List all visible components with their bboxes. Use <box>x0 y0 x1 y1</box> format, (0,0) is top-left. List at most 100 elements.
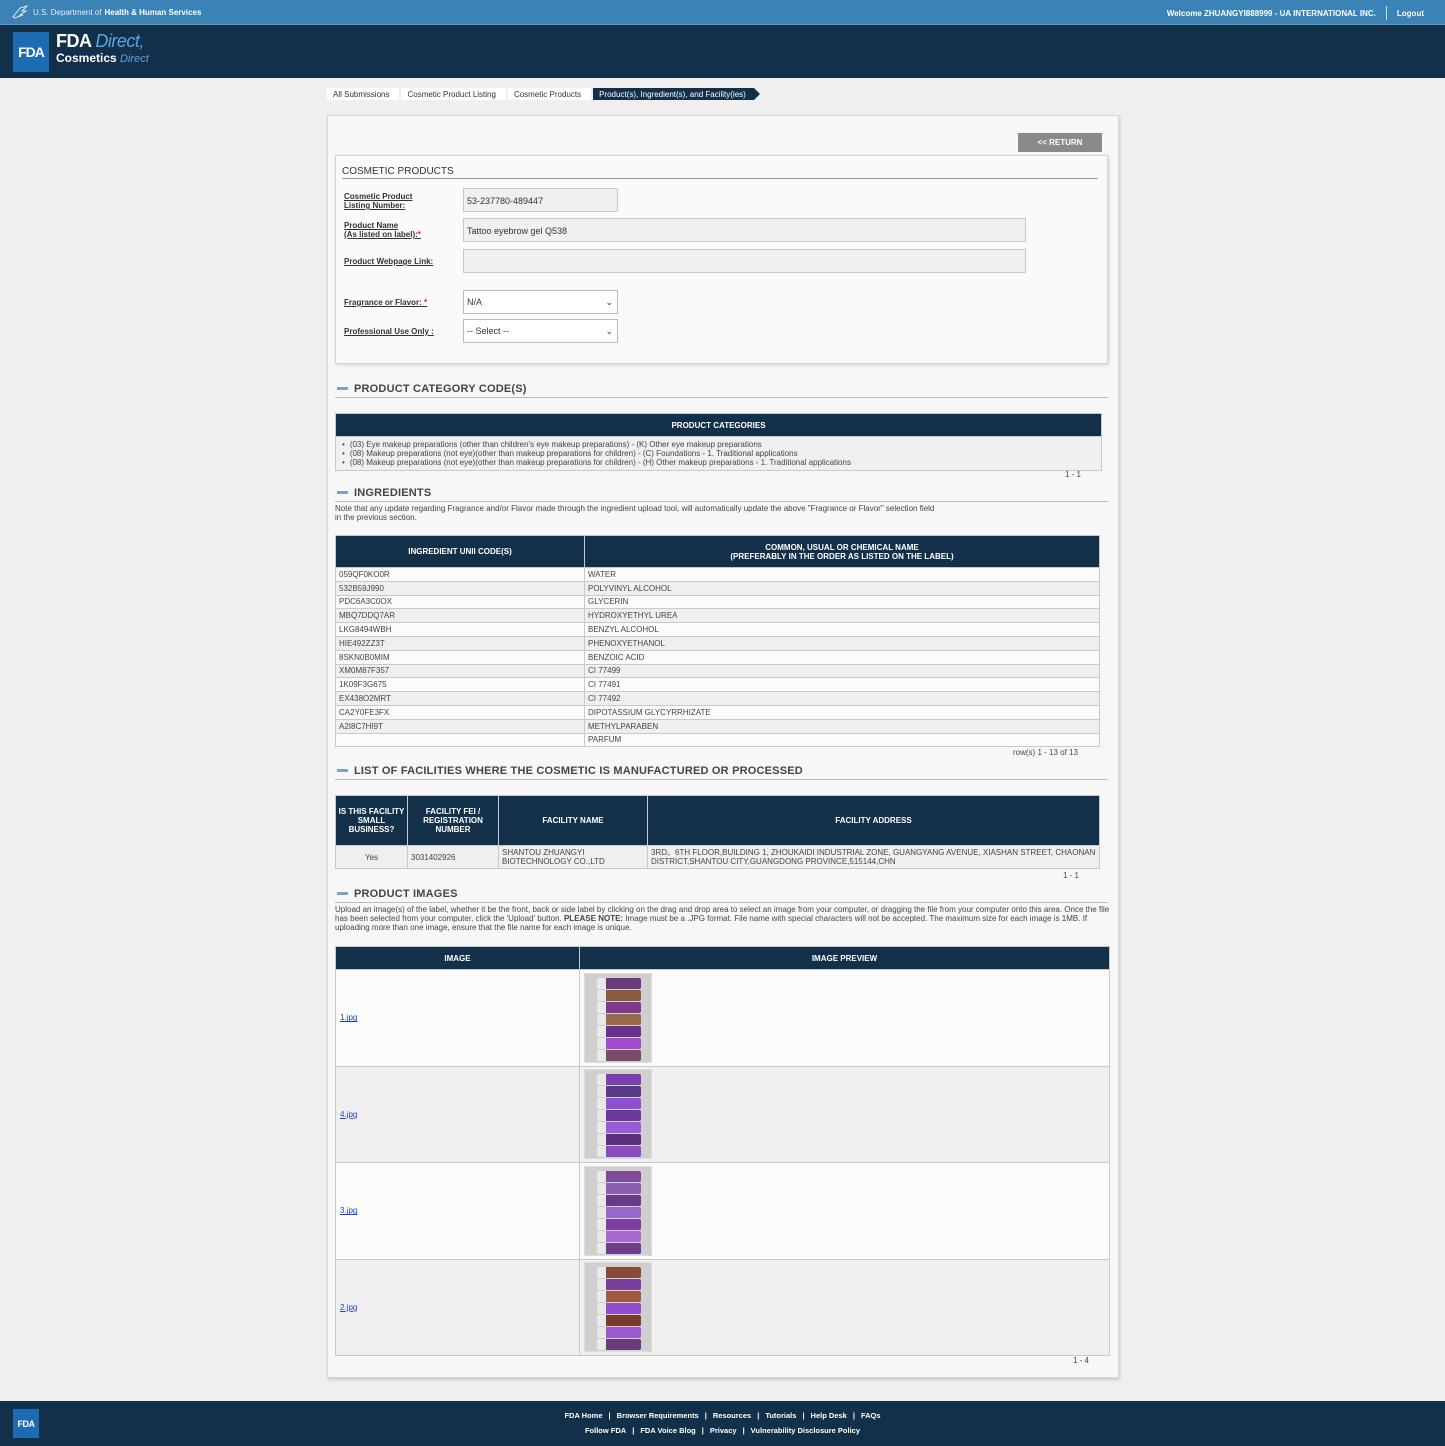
required-mark: * <box>417 230 421 239</box>
image-row: 2.jpg <box>335 1258 1110 1356</box>
section-product-images[interactable]: PRODUCT IMAGES <box>335 888 1108 903</box>
footer-separator: | <box>608 1411 611 1420</box>
title-cosmetics-direct: Direct <box>120 53 149 65</box>
unii-cell: 8SKN0B0MIM <box>335 649 585 665</box>
facility-address-header: FACILITY ADDRESS <box>647 795 1100 846</box>
section-facilities[interactable]: LIST OF FACILITIES WHERE THE COSMETIC IS… <box>335 765 1108 780</box>
image-row: 3.jpg <box>335 1162 1110 1260</box>
welcome-text: Welcome ZHUANGYI888999 - UA INTERNATIONA… <box>1166 8 1376 18</box>
breadcrumb-product-listing[interactable]: Cosmetic Product Listing <box>401 88 506 100</box>
hhs-name: Health & Human Services <box>104 7 202 17</box>
image-file-link[interactable]: 3.jpg <box>340 1206 357 1215</box>
footer-link[interactable]: FDA Home <box>564 1411 602 1420</box>
footer-link[interactable]: Browser Requirements <box>617 1411 699 1420</box>
breadcrumb-all-submissions[interactable]: All Submissions <box>327 88 400 100</box>
footer-separator: | <box>701 1426 704 1435</box>
ingredient-name-cell: GLYCERIN <box>584 594 1100 610</box>
product-image-thumbnail[interactable] <box>584 1165 652 1256</box>
title-direct: Direct, <box>95 31 144 51</box>
breadcrumb-cosmetic-products[interactable]: Cosmetic Products <box>507 88 592 100</box>
image-file-link[interactable]: 2.jpg <box>340 1303 357 1312</box>
professional-use-value: -- Select -- <box>467 326 510 336</box>
ingredient-name-cell: CI 77499 <box>584 663 1100 679</box>
footer-link[interactable]: Privacy <box>710 1426 737 1435</box>
product-image-thumbnail[interactable] <box>584 972 652 1063</box>
unii-cell: XM0M87F357 <box>335 663 585 679</box>
hhs-bar: U.S. Department of Health & Human Servic… <box>0 0 1445 24</box>
fda-logo[interactable]: FDA <box>13 32 49 72</box>
footer-link[interactable]: Follow FDA <box>585 1426 626 1435</box>
footer-link[interactable]: FAQs <box>861 1411 881 1420</box>
image-preview-cell <box>579 1065 1110 1163</box>
fei-cell: 3031402926 <box>407 845 499 869</box>
section-ingredients[interactable]: INGREDIENTS <box>335 487 1108 502</box>
ingredient-name-cell: CI 77492 <box>584 691 1100 706</box>
section-product-category[interactable]: PRODUCT CATEGORY CODE(S) <box>335 383 1108 398</box>
professional-use-select[interactable]: -- Select -- ⌄ <box>463 319 618 343</box>
image-preview-header: IMAGE PREVIEW <box>579 946 1110 970</box>
chevron-down-icon: ⌄ <box>605 326 613 336</box>
table-row: XM0M87F357 CI 77499 <box>335 663 1100 679</box>
ingredient-name-cell: DIPOTASSIUM GLYCYRRHIZATE <box>584 704 1100 720</box>
listing-number-field[interactable]: 53-237780-489447 <box>463 188 618 212</box>
ingredient-name-cell: METHYLPARABEN <box>584 718 1100 734</box>
ingredients-pager: row(s) 1 - 13 of 13 <box>1013 748 1078 757</box>
table-row: PARFUM <box>335 732 1100 748</box>
listing-number-label: Cosmetic Product Listing Number: <box>344 192 413 210</box>
product-image-thumbnail[interactable] <box>584 1069 652 1160</box>
facility-name-cell: SHANTOU ZHUANGYI BIOTECHNOLOGY CO.,LTD <box>498 845 648 869</box>
footer-links-row1: FDA Home | Browser Requirements | Resources |… <box>0 1411 1445 1420</box>
footer-separator: | <box>852 1411 855 1420</box>
ingredient-unii-header: INGREDIENT UNII CODE(S) <box>335 535 585 568</box>
ingredient-name-cell: HYDROXYETHYL UREA <box>584 608 1100 624</box>
facilities-pager: 1 - 1 <box>1063 871 1080 880</box>
image-name-cell: 2.jpg <box>335 1258 580 1356</box>
small-business-cell: Yes <box>335 845 408 869</box>
ingredients-table: INGREDIENT UNII CODE(S) COMMON, USUAL OR… <box>335 535 1100 748</box>
table-row: PDC6A3C0OX GLYCERIN <box>335 594 1100 610</box>
product-name-field[interactable]: Tattoo eyebrow gel Q538 <box>463 218 1026 242</box>
breadcrumb: All Submissions Cosmetic Product Listing… <box>327 88 760 100</box>
footer-separator: | <box>632 1426 635 1435</box>
webpage-field[interactable] <box>463 249 1026 273</box>
facility-row: Yes 3031402926 SHANTOU ZHUANGYI BIOTECHN… <box>335 845 1100 869</box>
title-fda: FDA <box>56 31 91 51</box>
facility-name-header: FACILITY NAME <box>498 795 648 846</box>
product-categories-list: (03) Eye makeup preparations (other than… <box>335 436 1102 471</box>
hhs-eagle-icon <box>12 5 28 19</box>
footer-link[interactable]: Tutorials <box>765 1411 796 1420</box>
ingredient-name-cell: BENZYL ALCOHOL <box>584 622 1100 637</box>
image-file-link[interactable]: 1.jpg <box>340 1013 357 1022</box>
unii-cell: A2I8C7HI9T <box>335 718 585 734</box>
footer-links-row2: Follow FDA | FDA Voice Blog | Privacy | Vulner… <box>0 1426 1445 1435</box>
footer-link[interactable]: Help Desk <box>811 1411 847 1420</box>
ingredient-name-cell: PHENOXYETHANOL <box>584 635 1100 651</box>
category-item: (03) Eye makeup preparations (other than… <box>342 440 1095 449</box>
fragrance-select[interactable]: N/A ⌄ <box>463 290 618 314</box>
facilities-table: IS THIS FACILITY SMALL BUSINESS? FACILIT… <box>335 795 1100 869</box>
footer-separator: | <box>742 1426 745 1435</box>
footer-link[interactable]: Vulnerability Disclosure Policy <box>751 1426 860 1435</box>
logout-link[interactable]: Logout <box>1397 9 1424 18</box>
image-preview-cell <box>579 1162 1110 1260</box>
image-preview-cell <box>579 969 1110 1067</box>
unii-cell: LKG8494WBH <box>335 622 585 637</box>
footer-link[interactable]: Resources <box>713 1411 751 1420</box>
product-categories-table: PRODUCT CATEGORIES (03) Eye makeup prepa… <box>335 413 1102 471</box>
table-row: EX438O2MRT CI 77492 <box>335 691 1100 706</box>
table-row: HIE492ZZ3T PHENOXYETHANOL <box>335 635 1100 651</box>
footer-link[interactable]: FDA Voice Blog <box>640 1426 695 1435</box>
table-row: 8SKN0B0MIM BENZOIC ACID <box>335 649 1100 665</box>
hhs-link[interactable]: U.S. Department of Health & Human Servic… <box>12 5 201 19</box>
unii-cell: EX438O2MRT <box>335 691 585 706</box>
categories-pager: 1 - 1 <box>1065 470 1082 479</box>
return-button[interactable]: << RETURN <box>1018 133 1102 152</box>
images-note: Upload an image(s) of the label, whether… <box>335 905 1110 932</box>
table-row: MBQ7DDQ7AR HYDROXYETHYL UREA <box>335 608 1100 624</box>
facility-address-cell: 3RD、6TH FLOOR,BUILDING 1, ZHOUKAIDI INDU… <box>647 845 1100 869</box>
product-image-thumbnail[interactable] <box>584 1262 652 1353</box>
image-file-link[interactable]: 4.jpg <box>340 1110 357 1119</box>
breadcrumb-current: Product(s), Ingredient(s), and Facility(… <box>593 88 760 100</box>
product-name-label: Product Name (As listed on label):* <box>344 221 421 239</box>
app-title: FDA Direct, Cosmetics Direct <box>56 31 149 65</box>
